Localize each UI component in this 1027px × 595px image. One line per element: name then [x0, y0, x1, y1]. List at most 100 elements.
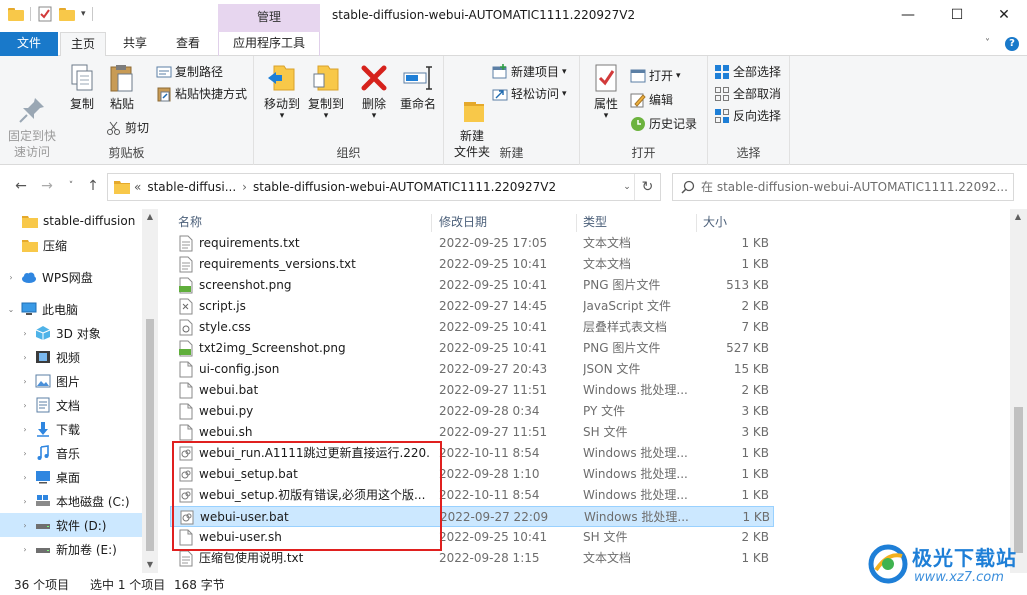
scrollbar-thumb[interactable] — [1014, 407, 1023, 553]
file-list-scrollbar[interactable]: ▲ — [1010, 209, 1027, 573]
tab-share[interactable]: 共享 — [112, 32, 158, 56]
paste-button[interactable]: 粘贴 — [100, 62, 144, 112]
properties-check-icon[interactable] — [37, 6, 53, 22]
column-header-name[interactable]: 名称 — [170, 214, 432, 232]
open-button[interactable]: 打开 ▾ — [630, 66, 681, 86]
breadcrumb-item-current[interactable]: stable-diffusion-webui-AUTOMATIC1111.220… — [253, 174, 556, 200]
copy-to-button[interactable]: 复制到 ▾ — [304, 62, 348, 121]
breadcrumb-separator[interactable]: › — [242, 174, 247, 200]
file-row[interactable]: txt2img_Screenshot.png 2022-09-25 10:41 PN… — [170, 338, 774, 359]
scroll-up-arrow-icon[interactable]: ▲ — [1010, 209, 1026, 225]
expand-chevron-icon[interactable]: › — [20, 449, 30, 458]
delete-button[interactable]: 删除 ▾ — [352, 62, 396, 121]
expand-chevron-icon[interactable]: › — [20, 521, 30, 530]
scrollbar-thumb[interactable] — [146, 319, 154, 551]
collapse-chevron-icon[interactable]: ⌄ — [6, 305, 16, 314]
file-size: 7 KB — [741, 320, 769, 334]
file-row[interactable]: webui.bat 2022-09-27 11:51 Windows 批处理... 2… — [170, 380, 774, 401]
up-arrow-icon[interactable]: ↑ — [84, 177, 102, 195]
select-all-button[interactable]: 全部选择 — [714, 62, 781, 82]
file-row[interactable]: 压缩包使用说明.txt 2022-09-28 1:15 文本文档 1 KB — [170, 548, 774, 569]
nav-item-documents[interactable]: › 文档 — [0, 393, 142, 417]
expand-chevron-icon[interactable]: › — [20, 329, 30, 338]
copy-path-button[interactable]: 复制路径 — [156, 62, 223, 82]
search-input[interactable] — [701, 178, 1007, 196]
help-icon[interactable]: ? — [1005, 37, 1019, 51]
tab-home[interactable]: 主页 — [60, 32, 106, 57]
minimize-button[interactable]: — — [885, 0, 931, 32]
tab-application-tools[interactable]: 应用程序工具 — [218, 32, 320, 56]
cut-button[interactable]: 剪切 — [106, 118, 149, 138]
recent-locations-chevron-icon[interactable]: ˅ — [62, 177, 80, 195]
nav-item-wps-cloud[interactable]: › WPS网盘 — [0, 265, 142, 289]
column-header-date[interactable]: 修改日期 — [431, 214, 577, 232]
new-item-label: 新建项目 — [511, 65, 560, 79]
address-bar[interactable]: « stable-diffusi... › stable-diffusion-w… — [107, 173, 661, 201]
forward-arrow-icon[interactable]: → — [38, 177, 56, 195]
new-folder-icon[interactable] — [59, 7, 75, 21]
file-type: Windows 批处理... — [584, 510, 689, 524]
nav-item-compress[interactable]: 压缩 — [0, 233, 142, 257]
search-box[interactable] — [672, 173, 1014, 201]
customize-toolbar-chevron-icon[interactable]: ▾ — [81, 9, 86, 19]
picture-icon — [35, 373, 51, 389]
file-row[interactable]: style.css 2022-09-25 10:41 层叠样式表文档 7 KB — [170, 317, 774, 338]
expand-chevron-icon[interactable]: › — [20, 497, 30, 506]
move-to-label: 移动到 — [263, 97, 300, 111]
breadcrumb-overflow[interactable]: « — [134, 174, 141, 200]
nav-item-this-pc[interactable]: ⌄ 此电脑 — [0, 297, 142, 321]
expand-chevron-icon[interactable]: › — [20, 353, 30, 362]
collapse-ribbon-chevron-icon[interactable]: ˅ — [985, 39, 995, 49]
easy-access-button[interactable]: 轻松访问 ▾ — [492, 84, 567, 104]
nav-pane-scrollbar[interactable]: ▲ ▼ — [142, 209, 158, 573]
nav-item-label: 本地磁盘 (C:) — [56, 494, 130, 509]
nav-item-drive-c[interactable]: › 本地磁盘 (C:) — [0, 489, 142, 513]
nav-item-label: 音乐 — [56, 446, 81, 461]
refresh-icon[interactable]: ↻ — [634, 174, 660, 200]
maximize-button[interactable]: ☐ — [934, 0, 980, 32]
tab-file[interactable]: 文件 — [0, 32, 58, 56]
expand-chevron-icon[interactable]: › — [20, 377, 30, 386]
file-row[interactable]: requirements.txt 2022-09-25 17:05 文本文档 1 KB — [170, 233, 774, 254]
tab-view[interactable]: 查看 — [164, 32, 212, 56]
scroll-up-arrow-icon[interactable]: ▲ — [142, 209, 158, 225]
expand-chevron-icon[interactable]: › — [20, 425, 30, 434]
history-button[interactable]: 历史记录 — [630, 114, 697, 134]
back-arrow-icon[interactable]: ← — [12, 177, 30, 195]
nav-item-drive-e[interactable]: › 新加卷 (E:) — [0, 537, 142, 561]
paste-shortcut-button[interactable]: 粘贴快捷方式 — [156, 84, 247, 104]
nav-item-music[interactable]: › 音乐 — [0, 441, 142, 465]
expand-chevron-icon[interactable]: › — [20, 473, 30, 482]
breadcrumb-item-parent[interactable]: stable-diffusi... — [147, 174, 236, 200]
edit-button[interactable]: 编辑 — [630, 90, 673, 110]
nav-item-desktop[interactable]: › 桌面 — [0, 465, 142, 489]
file-row[interactable]: webui.sh 2022-09-27 11:51 SH 文件 3 KB — [170, 422, 774, 443]
rename-button[interactable]: 重命名 — [396, 62, 440, 112]
expand-chevron-icon[interactable]: › — [20, 545, 30, 554]
text-file-icon — [179, 235, 193, 252]
close-button[interactable]: ✕ — [981, 0, 1027, 32]
nav-item-drive-d[interactable]: › 软件 (D:) — [0, 513, 142, 537]
file-row[interactable]: webui.py 2022-09-28 0:34 PY 文件 3 KB — [170, 401, 774, 422]
file-row[interactable]: ui-config.json 2022-09-27 20:43 JSON 文件 15 … — [170, 359, 774, 380]
move-to-button[interactable]: 移动到 ▾ — [260, 62, 304, 121]
copy-button[interactable]: 复制 — [60, 62, 104, 112]
nav-item-downloads[interactable]: › 下载 — [0, 417, 142, 441]
file-row[interactable]: screenshot.png 2022-09-25 10:41 PNG 图片文件 51… — [170, 275, 774, 296]
nav-item-videos[interactable]: › 视频 — [0, 345, 142, 369]
select-none-button[interactable]: 全部取消 — [714, 84, 781, 104]
nav-item-3d-objects[interactable]: › 3D 对象 — [0, 321, 142, 345]
column-header-size[interactable]: 大小 — [695, 214, 775, 232]
scroll-down-arrow-icon[interactable]: ▼ — [142, 557, 158, 573]
new-item-button[interactable]: 新建项目 ▾ — [492, 62, 567, 82]
nav-item-stable-diffusion[interactable]: stable-diffusion — [0, 209, 142, 233]
nav-item-pictures[interactable]: › 图片 — [0, 369, 142, 393]
expand-chevron-icon[interactable]: › — [20, 401, 30, 410]
expand-chevron-icon[interactable]: › — [6, 273, 16, 282]
column-header-type[interactable]: 类型 — [575, 214, 697, 232]
file-row[interactable]: requirements_versions.txt 2022-09-25 10:4… — [170, 254, 774, 275]
new-item-chevron-icon: ▾ — [562, 67, 567, 77]
invert-selection-button[interactable]: 反向选择 — [714, 106, 781, 126]
file-row[interactable]: script.js 2022-09-27 14:45 JavaScript 文件 2 … — [170, 296, 774, 317]
properties-button[interactable]: 属性 ▾ — [584, 62, 628, 121]
